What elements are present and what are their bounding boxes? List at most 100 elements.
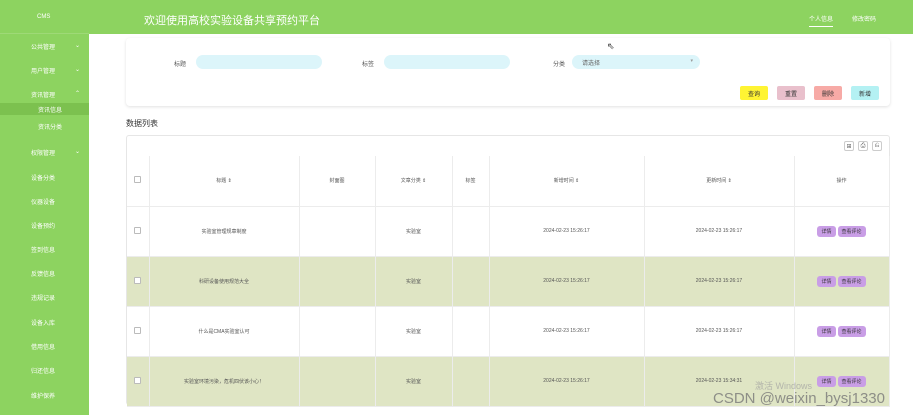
sidebar-item-instruments[interactable]: 仪器设备 [0,192,89,210]
print-icon[interactable]: ⎙ [858,141,868,151]
search-panel: 标题 标签 分类 请选择 ▾ 查询 重置 删除 新增 [126,38,890,106]
sidebar-item-label: 权限管理 [31,150,56,157]
sidebar-item-public[interactable]: 公共管理 ⌄ [0,37,89,55]
cell-category: 实验室 [375,256,453,307]
select-all-checkbox[interactable] [134,176,142,184]
cell-created: 2024-02-23 15:26:17 [489,306,645,357]
sidebar-item-device-category[interactable]: 设备分类 [0,168,89,186]
cell-updated: 2024-02-23 15:26:17 [644,306,795,357]
cell-created: 2024-02-23 15:26:17 [489,206,645,257]
sidebar-logo: CMS [0,0,89,34]
view-comments-button[interactable]: 查看评论 [837,275,866,287]
detail-button[interactable]: 详情 [817,275,836,287]
sidebar-item-label: 用户管理 [31,68,56,75]
row-select-cell [127,306,150,357]
cell-created: 2024-02-23 15:26:17 [489,256,645,307]
tag-label: 标签 [362,62,375,68]
table-row: 实验室管理规章制度 实验室 2024-02-23 15:26:17 2024-02-2… [127,206,890,257]
cell-updated: 2024-02-23 15:26:17 [644,206,795,257]
category-label: 分类 [553,62,566,68]
cell-category: 实验室 [375,206,453,257]
row-checkbox[interactable] [134,376,142,384]
cell-tag [452,306,490,357]
header-category[interactable]: 文章分类 ⇕ [375,156,453,207]
sidebar-subitem-news-info[interactable]: 资讯信息 [0,103,89,115]
top-bar: 欢迎使用高校实验设备共享预约平台 个人信息 修改密码 [89,0,913,34]
chevron-down-icon: ⌄ [75,43,81,49]
sidebar-item-label: 维护保养 [31,393,56,400]
change-password-link[interactable]: 修改密码 [852,14,876,23]
category-select-value: 请选择 [582,60,601,67]
sidebar-item-label: 仪器设备 [31,199,56,206]
sidebar-item-feedback[interactable]: 反馈信息 [0,264,89,282]
detail-button[interactable]: 详情 [817,375,836,387]
cell-title: 实验室管理规章制度 [149,206,300,257]
cell-actions: 详情 查看评论 [794,306,890,357]
chevron-up-icon: ⌃ [75,91,81,97]
header-created[interactable]: 新增时间 ⇕ [489,156,645,207]
detail-button[interactable]: 详情 [817,225,836,237]
table-panel: ⊞ ⎙ ⎌ 标题 ⇕ 封面图 文章分类 ⇕ 标签 新增时间 ⇕ 更新时间 ⇕ 操… [126,135,890,407]
title-input[interactable] [196,55,322,69]
row-checkbox[interactable] [134,276,142,284]
header-cover: 封面图 [299,156,376,207]
select-all-cell [127,156,150,207]
sidebar-item-users[interactable]: 用户管理 ⌄ [0,61,89,79]
profile-link[interactable]: 个人信息 [809,14,834,27]
cell-updated: 2024-02-23 15:26:17 [644,256,795,307]
sidebar-item-borrowing[interactable]: 借用信息 [0,337,89,355]
delete-button[interactable]: 删除 [814,86,842,100]
cell-cover [299,306,376,357]
row-checkbox[interactable] [134,326,142,334]
sidebar-item-checkin[interactable]: 签到信息 [0,240,89,258]
chevron-down-icon: ▾ [690,58,693,64]
sidebar-item-device-booking[interactable]: 设备预约 [0,216,89,234]
sidebar-item-label: 借用信息 [31,344,56,351]
sidebar-item-label: 签到信息 [31,247,56,254]
chevron-down-icon: ⌄ [75,67,81,73]
header-tag: 标签 [452,156,490,207]
query-button[interactable]: 查询 [740,86,768,100]
header-actions: 操作 [794,156,890,207]
sidebar-item-violations[interactable]: 违规记录 [0,288,89,306]
sidebar-item-permissions[interactable]: 权限管理 ⌄ [0,143,89,161]
detail-button[interactable]: 详情 [817,325,836,337]
row-select-cell [127,206,150,257]
cell-category: 实验室 [375,306,453,357]
sidebar-subitem-news-category[interactable]: 资讯分类 [0,120,89,132]
app-title: 欢迎使用高校实验设备共享预约平台 [144,14,320,27]
table-header-row: 标题 ⇕ 封面图 文章分类 ⇕ 标签 新增时间 ⇕ 更新时间 ⇕ 操作 [127,156,890,207]
view-comments-button[interactable]: 查看评论 [837,375,866,387]
sidebar-item-label: 资讯管理 [31,92,56,99]
sidebar-item-device-inbound[interactable]: 设备入库 [0,313,89,331]
view-comments-button[interactable]: 查看评论 [837,225,866,237]
category-select[interactable]: 请选择 ▾ [572,55,700,69]
cell-created: 2024-02-23 15:26:17 [489,356,645,407]
export-icon[interactable]: ⎌ [872,141,882,151]
row-checkbox[interactable] [134,226,142,234]
chevron-down-icon: ⌄ [75,149,81,155]
sidebar-item-news[interactable]: 资讯管理 ⌃ [0,85,89,103]
sidebar-item-returns[interactable]: 归还信息 [0,361,89,379]
cell-actions: 详情 查看评论 [794,206,890,257]
cell-category: 实验室 [375,356,453,407]
view-comments-button[interactable]: 查看评论 [837,325,866,337]
cell-title: 科研设备使用规范大全 [149,256,300,307]
reset-button[interactable]: 重置 [777,86,805,100]
cell-tag [452,256,490,307]
sidebar-item-label: 公共管理 [31,44,56,51]
filter-columns-icon[interactable]: ⊞ [844,141,854,151]
header-updated[interactable]: 更新时间 ⇕ [644,156,795,207]
row-select-cell [127,256,150,307]
cell-cover [299,256,376,307]
sidebar-item-label: 设备入库 [31,320,56,327]
cell-cover [299,356,376,407]
table-row: 科研设备使用规范大全 实验室 2024-02-23 15:26:17 2024-02-… [127,256,890,307]
row-select-cell [127,356,150,407]
sidebar-item-label: 反馈信息 [31,271,56,278]
sidebar-item-maintenance[interactable]: 维护保养 [0,386,89,404]
header-title[interactable]: 标题 ⇕ [149,156,300,207]
tag-input[interactable] [384,55,510,69]
cell-cover [299,206,376,257]
add-button[interactable]: 新增 [851,86,879,100]
